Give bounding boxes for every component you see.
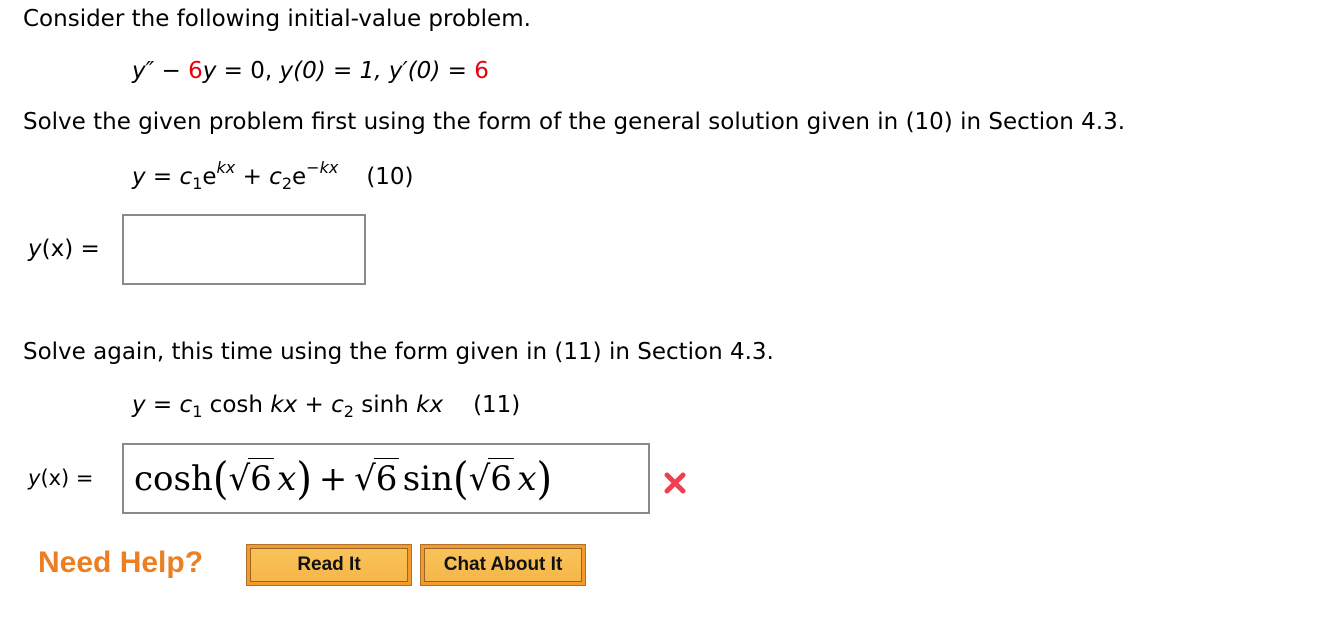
math-x: x (277, 459, 297, 499)
math-radicand: 6 (248, 458, 274, 499)
formula-10-e2: e (292, 164, 307, 190)
formula-10-label: (10) (366, 164, 414, 190)
math-lparen: ( (212, 453, 229, 505)
incorrect-x-icon (664, 472, 686, 494)
chat-about-it-button-label: Chat About It (424, 548, 582, 582)
formula-10-c1: c (179, 164, 193, 190)
formula-11-c2: c (331, 392, 344, 418)
answer1-label-rest: (x) = (41, 236, 100, 262)
ode-coefficient: 6 (188, 58, 203, 84)
formula-11-label: (11) (473, 392, 521, 418)
formula-11: y = c1 cosh kx + c2 sinh kx (11) (132, 392, 521, 421)
initial-condition-1: y(0) = 1, (279, 58, 389, 84)
formula-10-exp2: −kx (306, 158, 339, 177)
formula-11-eq: = (145, 392, 180, 418)
math-radicand: 6 (373, 458, 400, 499)
formula-10-c2: c (269, 164, 282, 190)
formula-10-plus: + (235, 164, 270, 190)
formula-11-c2-sub: 2 (343, 402, 354, 421)
chat-about-it-button[interactable]: Chat About It (420, 544, 586, 586)
formula-10-e1: e (202, 164, 217, 190)
answer1-label: y(x) = (28, 236, 100, 262)
math-radical-sign: √ (468, 459, 491, 499)
formula-10-c2-sub: 2 (281, 174, 293, 193)
formula-10-c1-sub: 1 (192, 174, 203, 193)
math-cosh: cosh (134, 459, 213, 499)
formula-11-kx2: kx (416, 392, 444, 418)
answer2-label-rest: (x) = (40, 466, 94, 490)
read-it-button[interactable]: Read It (246, 544, 412, 586)
answer2-math: cosh(√6 x) + √6 sin(√6 x) (134, 453, 553, 505)
math-radical-sign: √ (354, 459, 376, 499)
math-lparen: ( (453, 453, 469, 505)
formula-11-kx1: kx (270, 392, 298, 418)
ode-eq-zero: = 0, (216, 58, 280, 84)
formula-11-lhs: y (132, 392, 146, 418)
answer1-label-y: y (28, 236, 42, 262)
initial-condition-2-lhs: y′(0) = (388, 58, 475, 84)
answer1-input[interactable] (122, 214, 366, 285)
math-plus: + (318, 459, 348, 499)
math-sin: sin (402, 459, 453, 499)
formula-10-lhs: y (132, 164, 146, 190)
math-sqrt: √6 (354, 458, 400, 499)
formula-11-c1-sub: 1 (192, 402, 203, 421)
formula-11-c1: c (179, 392, 193, 418)
ode-equation: y″ − 6y = 0, y(0) = 1, y′(0) = 6 (132, 58, 489, 84)
math-sqrt: √6 (228, 458, 274, 499)
formula-10-exp1: kx (216, 158, 236, 177)
answer2-label-y: y (28, 466, 41, 490)
formula-11-plus: + (297, 392, 332, 418)
part2-instruction: Solve again, this time using the form gi… (23, 339, 774, 365)
read-it-button-label: Read It (250, 548, 408, 582)
formula-10: y = c1ekx + c2e−kx (10) (132, 160, 414, 193)
math-x: x (517, 459, 537, 499)
formula-11-cosh: cosh (202, 392, 271, 418)
part1-instruction: Solve the given problem first using the … (23, 109, 1126, 135)
formula-10-eq: = (145, 164, 180, 190)
problem-intro: Consider the following initial-value pro… (23, 6, 531, 32)
math-sqrt: √6 (469, 458, 514, 499)
ode-minus: − (154, 58, 189, 84)
initial-condition-2-value: 6 (474, 58, 489, 84)
ode-y-double-prime: y″ (132, 58, 155, 84)
math-rparen: ) (296, 453, 312, 505)
formula-11-sinh: sinh (353, 392, 417, 418)
need-help-label: Need Help? (38, 546, 204, 579)
math-radical-sign: √ (228, 459, 251, 499)
ode-y: y (202, 58, 217, 84)
answer2-label: y(x) = (28, 466, 94, 490)
math-radicand: 6 (488, 458, 514, 499)
answer2-input[interactable]: cosh(√6 x) + √6 sin(√6 x) (122, 443, 650, 514)
math-rparen: ) (536, 453, 553, 505)
